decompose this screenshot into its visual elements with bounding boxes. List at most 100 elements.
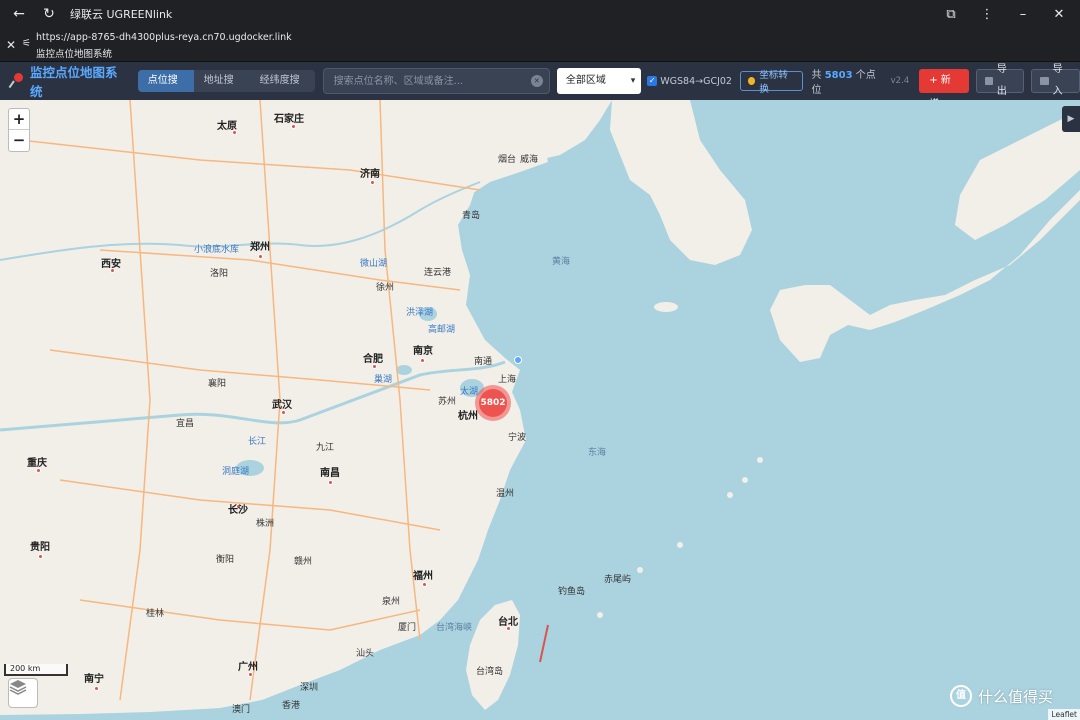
add-point-button[interactable]: + 新增 [919, 69, 969, 110]
reload-icon[interactable]: ↻ [38, 3, 60, 25]
more-menu-icon[interactable]: ⋮ [976, 3, 998, 25]
back-arrow-icon[interactable]: ← [8, 3, 30, 25]
map-label: 郑州 [250, 242, 270, 253]
map-base-svg [0, 100, 1080, 715]
export-label: 导出 [996, 64, 1007, 97]
ryukyu-6 [597, 612, 603, 618]
side-panel-toggle[interactable]: ▶ [1062, 106, 1080, 132]
map-label: 厦门 [398, 623, 417, 633]
city-dot[interactable] [370, 180, 375, 185]
zoom-in-button[interactable]: + [9, 109, 29, 130]
count-value: 5803 [824, 70, 853, 81]
version-label: v2.4 [890, 76, 910, 86]
map-label: 太原 [217, 121, 237, 132]
import-label: 导入 [1052, 64, 1063, 97]
city-dot[interactable] [38, 554, 43, 559]
coord-convert-button[interactable]: 坐标转换 [739, 70, 803, 95]
korea-land [610, 100, 752, 265]
map-label: 长江 [248, 437, 267, 447]
tab-address-search[interactable]: 地址搜索 [194, 70, 250, 92]
map-label: 衡阳 [216, 555, 235, 565]
zoom-control: + − [8, 108, 30, 152]
map-label: 高邮湖 [428, 325, 456, 335]
minimize-icon[interactable]: – [1012, 3, 1034, 25]
map-label: 澳门 [232, 705, 251, 715]
map-label: 桂林 [146, 609, 165, 619]
map-label: 九江 [316, 443, 335, 453]
point-count: 共 5803 个点位 [812, 66, 881, 96]
search-box: ✕ [322, 68, 550, 94]
import-button[interactable]: 导入 [1031, 64, 1080, 97]
city-dot[interactable] [422, 582, 427, 587]
search-input[interactable] [323, 69, 524, 93]
map-label: 深圳 [300, 683, 319, 693]
city-dot[interactable] [420, 358, 425, 363]
map-label: 温州 [496, 489, 515, 499]
map-label: 台湾岛 [476, 667, 504, 677]
close-tab-icon[interactable]: ✕ [6, 38, 16, 52]
map-label: 洛阳 [210, 269, 229, 279]
map-label: 黄海 [552, 257, 571, 267]
city-dot[interactable] [258, 254, 263, 259]
map-label: 赤尾屿 [604, 575, 632, 585]
extension-icon[interactable]: ⧉ [940, 3, 962, 25]
zoom-out-button[interactable]: − [9, 130, 29, 151]
window-titlebar: ← ↻ 绿联云 UGREENlink ⧉ ⋮ – ✕ [0, 0, 1080, 28]
map-label: 重庆 [27, 458, 47, 469]
map-label: 襄阳 [208, 379, 227, 389]
map-label: 石家庄 [274, 114, 304, 125]
map-label: 合肥 [363, 354, 383, 365]
map-label: 苏州 [438, 397, 457, 407]
marker-cluster[interactable]: 5802 [475, 385, 511, 421]
window-title: 绿联云 UGREENlink [70, 8, 173, 21]
layers-icon [9, 680, 27, 695]
watermark: 值 什么值得买 [950, 685, 1053, 707]
map-label: 南京 [413, 346, 433, 357]
export-button[interactable]: 导出 [975, 64, 1025, 97]
map-label: 南昌 [320, 468, 340, 479]
tab-point-search[interactable]: 点位搜索 [137, 70, 194, 92]
ryukyu-2 [742, 477, 748, 483]
map-view[interactable]: 太原 石家庄 济南 郑州 西安 合肥 南京 上海 杭州 武汉 重庆 长沙 南昌 … [0, 100, 1080, 720]
ryukyu-1 [727, 492, 733, 498]
site-settings-icon[interactable]: ⚟ [22, 38, 31, 49]
page-url[interactable]: https://app-8765-dh4300plus-reya.cn70.ug… [36, 32, 292, 43]
map-label: 上海 [498, 375, 517, 385]
coord-transform-checkbox[interactable]: ✓ WGS84→GCJ02 [647, 76, 732, 87]
map-label: 济南 [360, 169, 380, 180]
map-label: 台北 [498, 617, 518, 628]
watermark-text: 什么值得买 [978, 687, 1054, 706]
layers-button[interactable] [8, 678, 38, 708]
close-window-icon[interactable]: ✕ [1048, 3, 1070, 25]
ryukyu-5 [637, 567, 643, 573]
map-label: 杭州 [458, 411, 478, 422]
ryukyu-4 [677, 542, 683, 548]
map-label: 徐州 [376, 283, 395, 293]
city-dot[interactable] [94, 686, 99, 691]
city-dot[interactable] [328, 480, 333, 485]
search-mode-tabs: 点位搜索 地址搜索 经纬度搜索 [137, 70, 315, 92]
map-label: 洞庭湖 [222, 467, 250, 477]
map-label: 广州 [238, 662, 258, 673]
map-attribution[interactable]: Leaflet [1048, 709, 1080, 720]
map-label: 台湾海峡 [436, 623, 473, 633]
tab-latlng-search[interactable]: 经纬度搜索 [250, 70, 315, 92]
chaohu-water [396, 365, 412, 375]
clear-search-icon[interactable]: ✕ [530, 75, 543, 87]
map-label: 泉州 [382, 597, 401, 607]
jeju-island [654, 302, 678, 312]
scale-bar: 200 km [4, 664, 68, 676]
point-marker[interactable] [514, 356, 522, 364]
map-label: 烟台 [498, 155, 517, 165]
coord-convert-label: 坐标转换 [759, 70, 788, 95]
cluster-count: 5802 [479, 389, 507, 417]
export-icon [984, 77, 993, 85]
url-bar: ✕ ⚟ https://app-8765-dh4300plus-reya.cn7… [0, 28, 1080, 62]
map-label: 贵阳 [30, 542, 50, 553]
checkbox-checked-icon[interactable]: ✓ [647, 76, 658, 86]
region-select[interactable]: 全部区域 ▾ [556, 68, 642, 94]
app-name: 监控点位地图系统 [29, 65, 118, 99]
map-label: 洪泽湖 [406, 308, 434, 318]
map-label: 钓鱼岛 [558, 587, 586, 597]
brand: 监控点位地图系统 [11, 62, 123, 100]
